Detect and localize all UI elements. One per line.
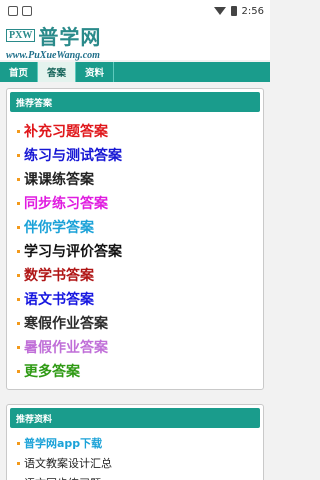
answer-link[interactable]: 语文书答案 [17,287,255,311]
answer-link[interactable]: 数学书答案 [17,263,255,287]
answer-link-label: 数学书答案 [24,268,94,284]
answer-link[interactable]: 寒假作业答案 [17,311,255,335]
nav-item-home[interactable]: 首页 [0,62,39,82]
logo-name: 普学网 [38,25,102,49]
resource-link-label: 普学网app下载 [24,437,103,450]
bullet-icon [17,369,20,373]
resource-link[interactable]: 语文同步练习题 [17,473,255,480]
answer-link-label: 学习与评价答案 [24,244,122,260]
notification-icon [8,6,18,16]
answers-panel-title: 推荐答案 [10,92,260,112]
answer-link-label: 寒假作业答案 [24,316,108,332]
bullet-icon [17,249,20,253]
notification-icons [8,6,32,16]
bullet-icon [17,273,20,277]
main-nav: 首页 答案 资料 [0,62,270,82]
status-time: 2:56 [241,5,264,17]
answer-link-label: 同步练习答案 [24,196,108,212]
status-bar: 2:56 [0,0,270,22]
bullet-icon [17,177,20,181]
site-logo[interactable]: PXW 普学网 www.PuXueWang.com [6,21,101,61]
bullet-icon [17,321,20,325]
notification-icon [22,6,32,16]
battery-icon [230,6,237,16]
logo-mark: PXW [6,29,36,42]
bullet-icon [17,129,20,133]
answer-link-label: 课课练答案 [24,172,94,188]
resource-link-label: 语文同步练习题 [24,475,101,480]
nav-item-resources[interactable]: 资料 [76,62,115,82]
resources-list: 普学网app下载语文教案设计汇总语文同步练习题 [7,431,263,480]
answers-panel: 推荐答案 补充习题答案 练习与测试答案 课课练答案同步练习答案 伴你学答案学习与评价答… [6,88,264,390]
bullet-icon [17,441,20,445]
answer-link-label: 语文书答案 [24,292,94,308]
answer-link[interactable]: 补充习题答案 [17,119,255,143]
bullet-icon [17,153,20,157]
site-header: PXW 普学网 www.PuXueWang.com [0,21,270,61]
resource-link-label: 语文教案设计汇总 [24,457,112,470]
bullet-icon [17,461,20,465]
resources-panel: 推荐资料 普学网app下载语文教案设计汇总语文同步练习题 [6,404,264,480]
answer-link[interactable]: 更多答案 [17,359,255,383]
resources-panel-title: 推荐资料 [10,408,260,428]
bullet-icon [17,345,20,349]
answer-link-label: 暑假作业答案 [24,340,108,356]
answer-link[interactable]: 暑假作业答案 [17,335,255,359]
bullet-icon [17,297,20,301]
answer-link[interactable]: 伴你学答案 [17,215,255,239]
nav-item-answers[interactable]: 答案 [38,62,77,82]
answer-link[interactable]: 课课练答案 [17,167,255,191]
logo-url: www.PuXueWang.com [6,50,100,61]
answer-link-label: 练习与测试答案 [24,148,122,164]
bullet-icon [17,201,20,205]
wifi-icon [213,7,226,15]
answer-link[interactable]: 同步练习答案 [17,191,255,215]
answer-link-label: 补充习题答案 [24,124,108,140]
resource-link[interactable]: 语文教案设计汇总 [17,453,255,473]
answer-link[interactable]: 练习与测试答案 [17,143,255,167]
answer-link-label: 伴你学答案 [24,220,94,236]
answers-list: 补充习题答案 练习与测试答案 课课练答案同步练习答案 伴你学答案学习与评价答案 数学书答… [7,115,263,389]
bullet-icon [17,225,20,229]
resource-link[interactable]: 普学网app下载 [17,433,255,453]
answer-link-label: 更多答案 [24,364,80,380]
answer-link[interactable]: 学习与评价答案 [17,239,255,263]
